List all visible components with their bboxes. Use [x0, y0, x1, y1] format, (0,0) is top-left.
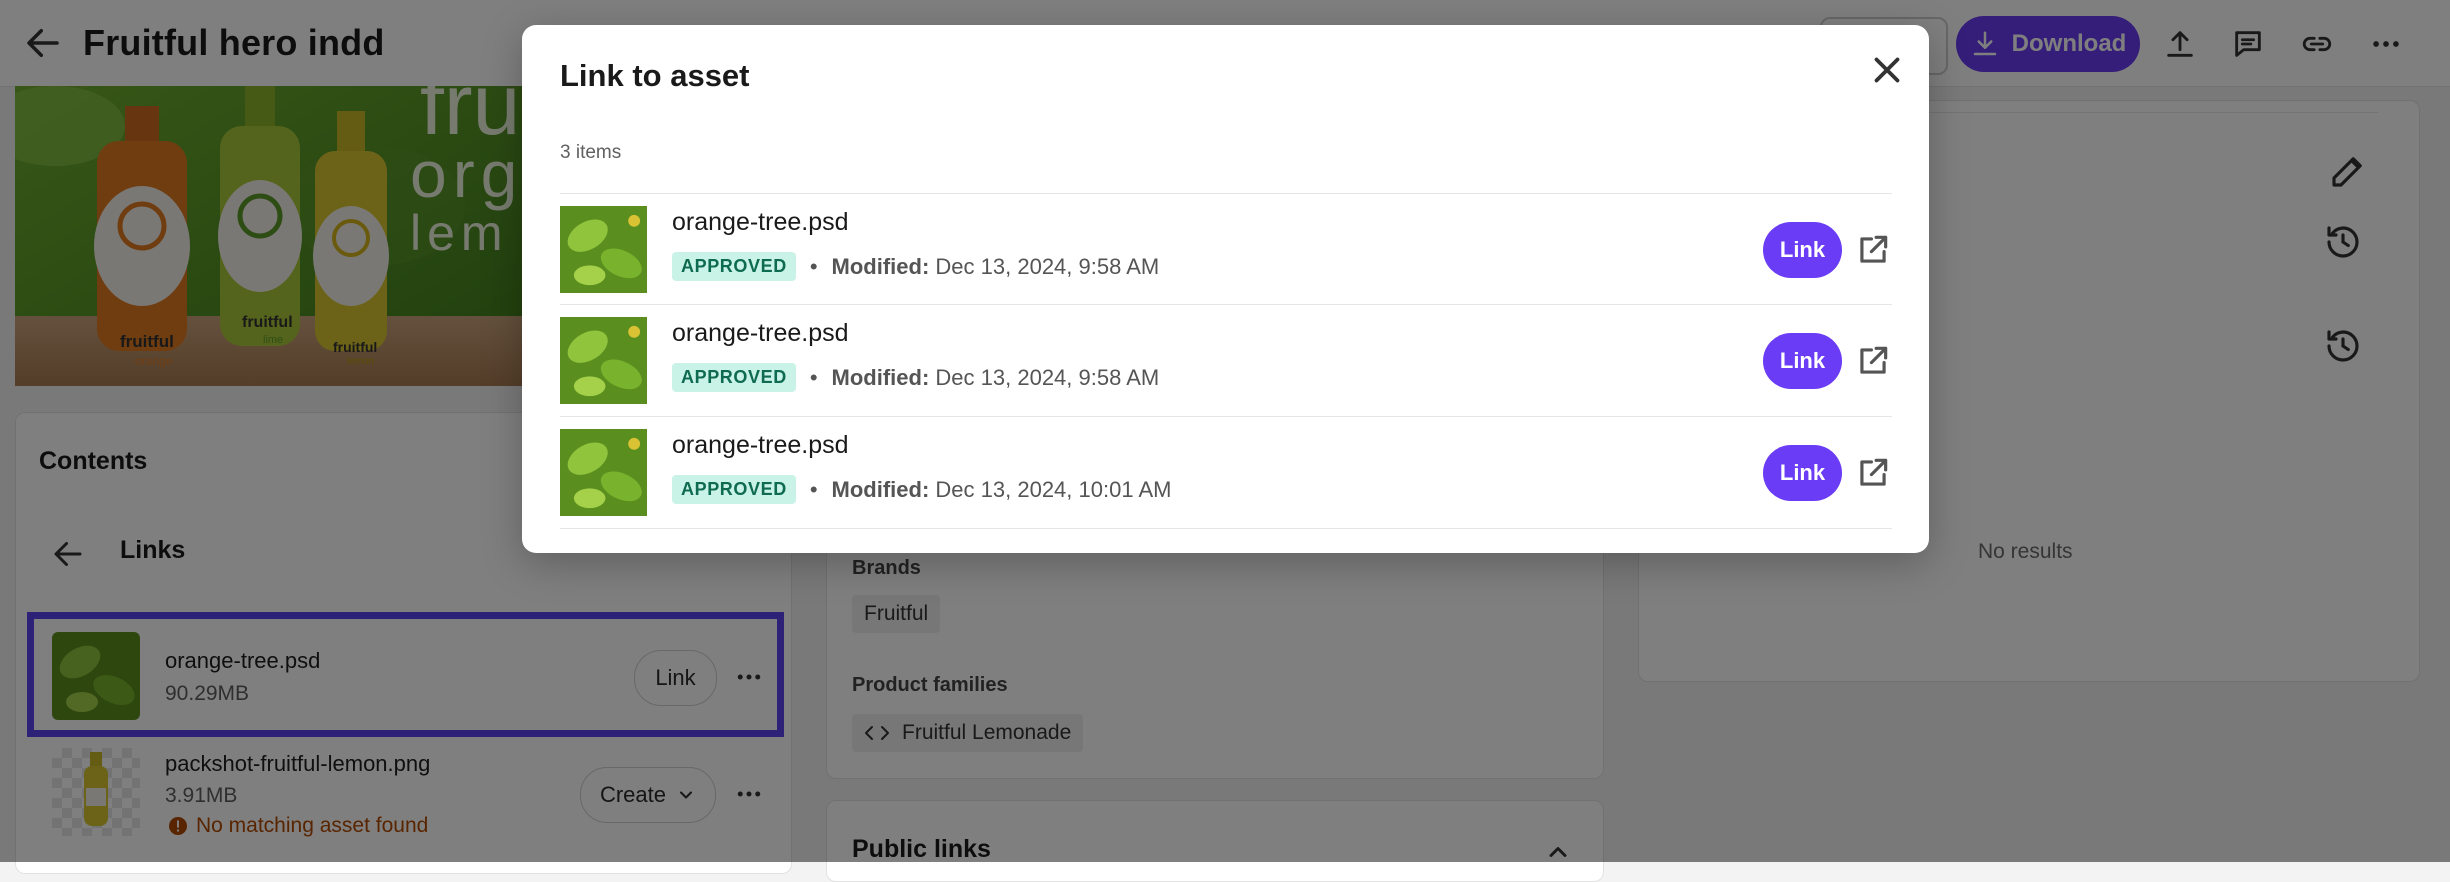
- close-icon[interactable]: [1869, 52, 1905, 88]
- separator-dot: •: [809, 253, 818, 279]
- asset-thumbnail: [560, 317, 647, 404]
- external-link-icon[interactable]: [1854, 342, 1892, 380]
- separator-dot: •: [809, 476, 818, 502]
- modified-label: Modified:: [831, 476, 930, 502]
- asset-meta: APPROVED • Modified: Dec 13, 2024, 9:58 …: [672, 363, 1159, 392]
- item-count: 3 items: [560, 142, 622, 163]
- link-button[interactable]: Link: [1763, 445, 1842, 501]
- modified-label: Modified:: [831, 364, 930, 390]
- status-badge: APPROVED: [672, 363, 796, 392]
- link-to-asset-dialog: [522, 25, 1929, 553]
- asset-name: orange-tree.psd: [672, 208, 849, 236]
- dialog-title: Link to asset: [560, 58, 750, 93]
- external-link-icon[interactable]: [1854, 454, 1892, 492]
- modified-date: Dec 13, 2024, 9:58 AM: [935, 253, 1160, 279]
- divider: [560, 416, 1892, 417]
- asset-name: orange-tree.psd: [672, 431, 849, 459]
- asset-name: orange-tree.psd: [672, 319, 849, 347]
- external-link-icon[interactable]: [1854, 231, 1892, 269]
- status-badge: APPROVED: [672, 252, 796, 281]
- modified-label: Modified:: [831, 253, 930, 279]
- link-button[interactable]: Link: [1763, 333, 1842, 389]
- divider: [560, 528, 1892, 529]
- divider: [560, 304, 1892, 305]
- divider: [560, 193, 1892, 194]
- asset-meta: APPROVED • Modified: Dec 13, 2024, 9:58 …: [672, 252, 1159, 281]
- modified-date: Dec 13, 2024, 10:01 AM: [935, 476, 1172, 502]
- modified-date: Dec 13, 2024, 9:58 AM: [935, 364, 1160, 390]
- status-badge: APPROVED: [672, 475, 796, 504]
- asset-thumbnail: [560, 206, 647, 293]
- asset-thumbnail: [560, 429, 647, 516]
- separator-dot: •: [809, 364, 818, 390]
- asset-meta: APPROVED • Modified: Dec 13, 2024, 10:01…: [672, 475, 1171, 504]
- link-button[interactable]: Link: [1763, 222, 1842, 278]
